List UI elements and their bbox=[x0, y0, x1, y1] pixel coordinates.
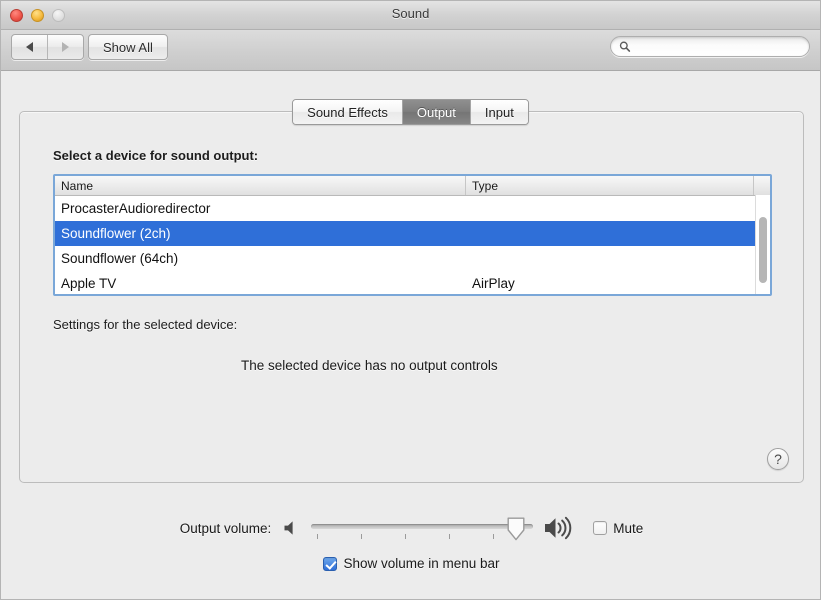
output-device-table[interactable]: Name Type ProcasterAudioredirector Sound… bbox=[53, 174, 772, 296]
column-header-name[interactable]: Name bbox=[55, 176, 466, 195]
tab-input[interactable]: Input bbox=[469, 100, 528, 124]
device-type: AirPlay bbox=[472, 276, 515, 291]
tab-sound-effects[interactable]: Sound Effects bbox=[293, 100, 402, 124]
search-field[interactable] bbox=[610, 36, 810, 57]
mute-checkbox-box[interactable] bbox=[593, 521, 608, 535]
output-volume-row: Output volume: Mute bbox=[1, 513, 820, 543]
table-row[interactable]: Soundflower (2ch) bbox=[55, 221, 770, 246]
table-scrollbar-thumb[interactable] bbox=[759, 217, 767, 283]
table-row[interactable]: Apple TV AirPlay bbox=[55, 271, 770, 294]
column-header-spacer bbox=[754, 176, 770, 195]
table-body: ProcasterAudioredirector Soundflower (2c… bbox=[55, 196, 770, 294]
toolbar: Show All bbox=[1, 30, 820, 71]
slider-thumb[interactable] bbox=[507, 517, 525, 541]
navigation-segmented-control bbox=[11, 34, 84, 60]
show-volume-checkbox[interactable]: Show volume in menu bar bbox=[323, 556, 500, 571]
show-volume-label: Show volume in menu bar bbox=[343, 556, 500, 571]
title-bar: Sound bbox=[1, 1, 820, 30]
settings-for-device-label: Settings for the selected device: bbox=[53, 317, 238, 332]
forward-button bbox=[47, 35, 83, 59]
device-name: Soundflower (64ch) bbox=[61, 251, 179, 266]
tab-output[interactable]: Output bbox=[401, 100, 470, 124]
search-input[interactable] bbox=[634, 38, 801, 55]
table-scrollbar[interactable] bbox=[755, 195, 770, 294]
search-icon bbox=[619, 41, 631, 52]
slider-track[interactable] bbox=[311, 524, 534, 529]
mute-checkbox[interactable]: Mute bbox=[593, 521, 643, 536]
sound-preferences-window: Sound Show All Select a device for sound… bbox=[0, 0, 821, 600]
show-volume-row: Show volume in menu bar bbox=[1, 556, 820, 571]
table-row[interactable]: Soundflower (64ch) bbox=[55, 246, 770, 271]
mute-label: Mute bbox=[613, 520, 644, 536]
show-all-button[interactable]: Show All bbox=[88, 34, 168, 60]
slider-ticks bbox=[311, 534, 533, 540]
speaker-low-icon bbox=[284, 521, 293, 535]
chevron-right-icon bbox=[62, 42, 69, 52]
chevron-left-icon bbox=[26, 42, 33, 52]
help-button[interactable]: ? bbox=[767, 448, 789, 470]
no-output-controls-message: The selected device has no output contro… bbox=[241, 358, 498, 373]
output-volume-label: Output volume: bbox=[179, 520, 272, 536]
window-title: Sound bbox=[391, 6, 430, 21]
device-name: ProcasterAudioredirector bbox=[61, 201, 211, 216]
device-name: Soundflower (2ch) bbox=[61, 226, 171, 241]
back-button[interactable] bbox=[12, 35, 47, 59]
column-header-type[interactable]: Type bbox=[466, 176, 754, 195]
output-pane: Select a device for sound output: Name T… bbox=[19, 111, 804, 483]
speaker-high-icon bbox=[545, 516, 572, 540]
tab-bar: Sound Effects Output Input bbox=[1, 99, 820, 125]
tab-group: Sound Effects Output Input bbox=[292, 99, 529, 125]
show-volume-checkbox-box[interactable] bbox=[323, 556, 338, 571]
table-row[interactable]: ProcasterAudioredirector bbox=[55, 196, 770, 221]
device-name: Apple TV bbox=[61, 276, 117, 291]
table-header-row: Name Type bbox=[55, 176, 770, 196]
output-volume-slider[interactable] bbox=[311, 513, 534, 543]
select-device-label: Select a device for sound output: bbox=[53, 148, 259, 163]
